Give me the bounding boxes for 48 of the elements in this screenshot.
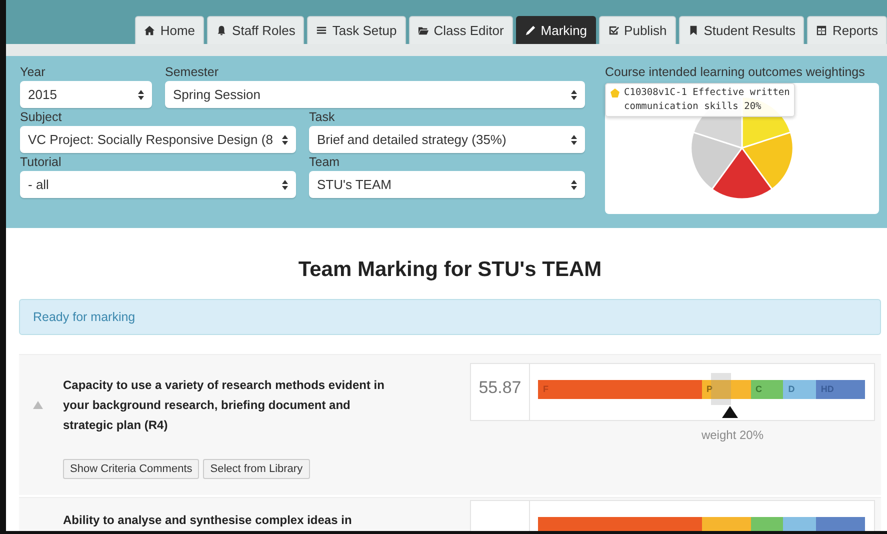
page-title: Team Marking for STU's TEAM (297, 257, 603, 283)
field-label: Semester (165, 64, 220, 81)
pentagon-icon (610, 88, 620, 98)
updown-icon (282, 134, 288, 144)
checkbox-icon (608, 25, 620, 36)
field-label: Team (309, 154, 341, 171)
nav-tab[interactable]: Student Results (678, 16, 804, 44)
updown-icon (138, 90, 144, 100)
field-label: Subject (20, 109, 63, 126)
home-icon (144, 25, 156, 36)
select-field[interactable]: - all (20, 171, 296, 198)
nav-tab[interactable]: Home (135, 16, 204, 44)
updown-icon (282, 180, 288, 190)
updown-icon (571, 90, 577, 100)
select-field[interactable]: Spring Session (165, 81, 585, 108)
weight-label: weight 20% (700, 428, 764, 442)
triangle-marker-icon (722, 406, 738, 418)
updown-icon (571, 180, 577, 190)
collapse-icon[interactable] (33, 401, 43, 409)
bell-icon (216, 25, 228, 36)
bookmark-icon (688, 25, 699, 36)
field-label: Year (20, 64, 46, 81)
list-icon (316, 25, 328, 36)
nav-tab[interactable]: Reports (807, 16, 887, 44)
field-label: Tutorial (20, 154, 62, 171)
score-value: 55.87 (471, 364, 530, 420)
tooltip-text: C10308v1C-1 Effective written communication skills 20% (624, 86, 790, 114)
nav-tab[interactable]: Staff Roles (207, 16, 304, 44)
status-alert: Ready for marking (19, 299, 881, 335)
select-field[interactable]: VC Project: Socially Responsive Design (8 (20, 126, 296, 153)
panel-title: Course intended learning outcomes weightings (605, 64, 866, 81)
nav-tab[interactable]: Task Setup (307, 16, 406, 44)
field-label: Task (309, 109, 336, 126)
updown-icon (571, 134, 577, 144)
criteria-button[interactable]: Select from Library (203, 459, 310, 479)
nav-tab[interactable]: Class Editor (408, 16, 513, 44)
folder-icon (418, 25, 429, 36)
nav-tab[interactable]: Marking (516, 16, 596, 44)
select-field[interactable]: STU's TEAM (309, 171, 585, 198)
nav-tab[interactable]: Publish (599, 16, 676, 44)
criteria-button[interactable]: Show Criteria Comments (63, 459, 200, 479)
select-field[interactable]: 2015 (20, 81, 152, 108)
table-icon (816, 25, 828, 36)
pencil-icon (524, 25, 536, 36)
select-field[interactable]: Brief and detailed strategy (35%) (309, 126, 585, 153)
slider-handle[interactable] (710, 373, 731, 405)
criterion-text: Capacity to use a variety of research methods evident in your background research, briefing document and strategic plan (R4) (63, 377, 386, 434)
criterion-text: Ability to analyse and synthesise complex ideas in (63, 512, 353, 529)
